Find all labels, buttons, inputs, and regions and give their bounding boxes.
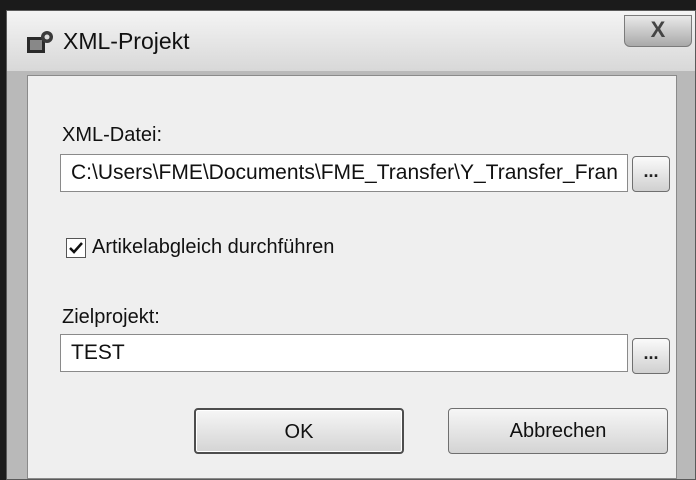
xml-file-browse-button[interactable]: ... [632, 156, 670, 192]
sync-checkbox[interactable] [66, 238, 86, 258]
title-bar[interactable]: XML-Projekt X [7, 11, 695, 71]
close-button[interactable]: X [624, 15, 692, 47]
cancel-button[interactable]: Abbrechen [448, 408, 668, 454]
target-project-browse-button[interactable]: ... [632, 338, 670, 374]
window-title: XML-Projekt [63, 28, 190, 54]
dialog-body: XML-Datei: C:\Users\FME\Documents\FME_Tr… [27, 75, 677, 479]
close-icon: X [650, 17, 666, 42]
target-project-label: Zielprojekt: [62, 306, 160, 328]
checkmark-icon [69, 242, 83, 254]
target-project-input[interactable]: TEST [60, 334, 628, 372]
xml-file-input[interactable]: C:\Users\FME\Documents\FME_Transfer\Y_Tr… [60, 154, 628, 192]
app-gear-icon [27, 31, 53, 53]
sync-label: Artikelabgleich durchführen [92, 236, 335, 258]
dialog-window: XML-Projekt X XML-Datei: C:\Users\FME\Do… [6, 10, 696, 480]
xml-file-label: XML-Datei: [62, 124, 163, 146]
ok-button[interactable]: OK [194, 408, 404, 454]
